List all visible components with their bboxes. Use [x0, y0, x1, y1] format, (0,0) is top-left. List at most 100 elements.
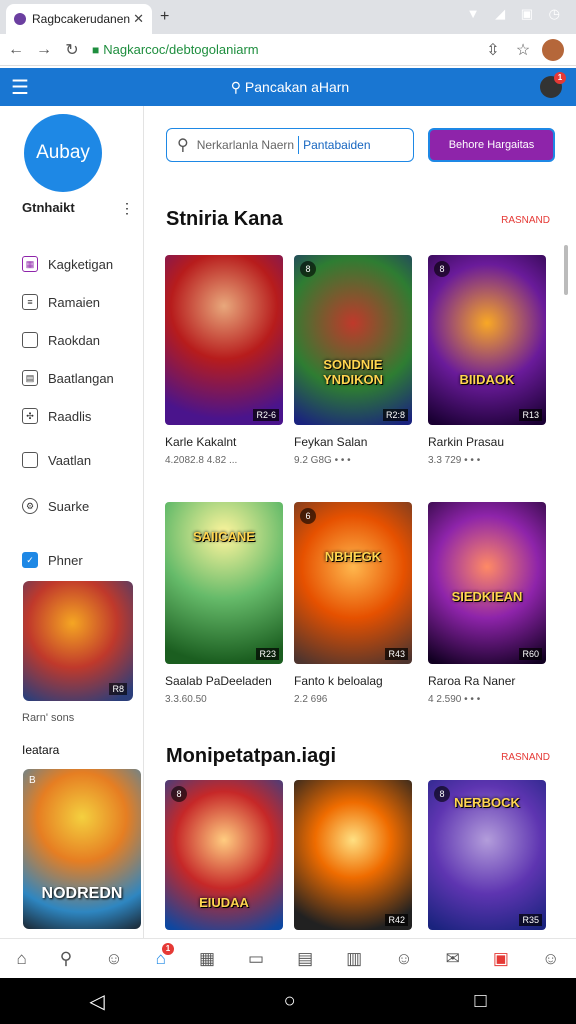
- favicon-icon: [14, 13, 26, 25]
- sidebar-item-1[interactable]: ≡ Ramaien: [22, 294, 100, 310]
- sidebar-item-0[interactable]: ▦ Kagketigan: [22, 256, 113, 272]
- cover-title: SONDNIE YNDIKON: [323, 357, 383, 387]
- rating-badge: R2:8: [382, 409, 408, 421]
- bookmark-star-icon[interactable]: ☆: [508, 40, 538, 60]
- check-icon: ✓: [22, 552, 38, 568]
- game-meta: 3.3.60.50: [165, 694, 207, 705]
- rating-badge: R60: [519, 648, 542, 660]
- sidebar-item-label: Baatlangan: [48, 370, 114, 386]
- game-card[interactable]: 6 NBHEGK R43 Fanto k beloalag 2.2 696: [294, 502, 412, 705]
- game-card[interactable]: SAIICANE R23 Saalab PaDeeladen 3.3.60.50: [165, 502, 283, 705]
- game-cover-image: 8 SONDNIE YNDIKON R2:8: [294, 255, 412, 425]
- recents-square-icon[interactable]: □: [474, 990, 486, 1013]
- sidebar-item-5[interactable]: Vaatlan: [22, 452, 91, 468]
- url-field[interactable]: Nagkarcoc/debtogolaniarm: [103, 42, 478, 57]
- nav-calendar-icon[interactable]: ▤: [297, 949, 313, 969]
- rating-badge: R2-6: [253, 409, 279, 421]
- tab-title: Ragbcakerudanen: [32, 12, 131, 26]
- sidebar-item-label: Raokdan: [48, 332, 101, 348]
- scrollbar[interactable]: [564, 245, 568, 295]
- browser-tab[interactable]: Ragbcakerudanen ✕: [6, 4, 152, 34]
- game-card[interactable]: 8 EIUDAA: [165, 780, 283, 930]
- game-card[interactable]: SIEDKIEAN R60 Raroa Ra Naner 4 2.590 • •…: [428, 502, 546, 705]
- more-vertical-icon[interactable]: ⋮: [120, 200, 134, 217]
- close-icon[interactable]: ✕: [133, 11, 144, 27]
- sidebar-item-label: Ramaien: [48, 294, 101, 310]
- reload-icon[interactable]: ↻: [60, 40, 84, 60]
- game-card[interactable]: 8 SONDNIE YNDIKON R2:8 Feykan Salan 9.2 …: [294, 255, 412, 466]
- featured-art-title: NODREDN: [41, 885, 123, 902]
- back-icon[interactable]: ←: [4, 41, 28, 59]
- game-card[interactable]: R2-6 Karle Kakalnt 4.2082.8 4.82 ...: [165, 255, 283, 466]
- sidebar-item-label: Vaatlan: [48, 452, 92, 468]
- nav-folder-icon[interactable]: ▭: [248, 949, 264, 969]
- sidebar-item-label: Phner: [48, 552, 83, 568]
- sidebar-item-7[interactable]: ✓ Phner: [22, 552, 83, 568]
- nav-profile-icon[interactable]: ☺: [105, 949, 122, 969]
- game-title: Feykan Salan: [294, 435, 368, 449]
- back-triangle-icon[interactable]: ◁: [89, 989, 104, 1014]
- see-more-link[interactable]: RASNAND: [501, 752, 550, 763]
- sidebar-item-label: Raadlis: [48, 408, 92, 424]
- sidebar-caption: Rarn' sons: [22, 712, 75, 724]
- cover-title: SIEDKIEAN: [451, 589, 523, 604]
- game-meta: 3.3 729 • • •: [428, 455, 481, 466]
- see-more-link[interactable]: RASNAND: [501, 215, 550, 226]
- rating-badge: R43: [385, 648, 408, 660]
- nav-chat-icon[interactable]: ✉: [446, 949, 460, 969]
- rating-badge: R13: [519, 409, 542, 421]
- search-icon: ⚲: [230, 78, 245, 95]
- sidebar-item-label: Suarke: [48, 498, 90, 514]
- system-nav-bar: ◁ ○ □: [0, 978, 576, 1024]
- game-cover-image: SIEDKIEAN R60: [428, 502, 546, 664]
- notification-badge: 1: [161, 942, 174, 955]
- nav-account-icon[interactable]: ☺: [542, 949, 559, 969]
- profile-avatar[interactable]: [542, 38, 564, 61]
- nav-search-icon[interactable]: ⚲: [60, 949, 72, 969]
- document-icon: [22, 332, 38, 348]
- home-circle-icon[interactable]: ○: [284, 990, 296, 1013]
- sidebar-item-label: Kagketigan: [48, 256, 114, 272]
- sidebar-item-4[interactable]: ✣ Raadlis: [22, 408, 91, 424]
- game-title: Fanto k beloalag: [294, 674, 383, 688]
- nav-grid-icon[interactable]: ▦: [199, 949, 215, 969]
- sidebar-item-3[interactable]: ▤ Baatlangan: [22, 370, 114, 386]
- header-search-button[interactable]: ⚲ Pancakan aHarn: [40, 79, 540, 96]
- cta-button[interactable]: Behore Hargaitas: [428, 128, 555, 162]
- game-cover-image: SAIICANE R23: [165, 502, 283, 664]
- hamburger-menu-icon[interactable]: ☰: [0, 75, 40, 100]
- address-bar: ← → ↻ ■ Nagkarcoc/debtogolaniarm ⇳ ☆: [0, 34, 576, 66]
- nav-gift-icon[interactable]: ▣: [493, 949, 509, 969]
- sidebar-item-2[interactable]: Raokdan: [22, 332, 100, 348]
- app-logo[interactable]: Aubay: [24, 114, 102, 192]
- game-cover-image: 8 NERBOCK R35: [428, 780, 546, 930]
- sidebar-promo-image[interactable]: R8: [23, 581, 133, 701]
- search-icon: ⚲: [177, 137, 189, 154]
- cover-title: EIUDAA: [199, 895, 249, 910]
- browser-tab-strip: Ragbcakerudanen ✕ + ▼ ◢ ▣ ◷: [0, 0, 576, 34]
- notification-avatar[interactable]: 1: [540, 72, 566, 98]
- search-input[interactable]: ⚲ Nerkarlanla Naern Pantabaiden: [166, 128, 414, 162]
- sidebar-item-6[interactable]: ⚙ Suarke: [22, 498, 89, 514]
- cover-title: NERBOCK: [454, 795, 520, 810]
- game-meta: 2.2 696: [294, 694, 328, 705]
- search-placeholder: Nerkarlanla Naern: [196, 138, 295, 152]
- nav-library-icon[interactable]: ▥: [346, 949, 362, 969]
- cover-title: SAIICANE: [192, 529, 256, 544]
- game-cover-image: 8 EIUDAA: [165, 780, 283, 930]
- sidebar-featured-image[interactable]: B NODREDN: [23, 769, 141, 929]
- app-header: ☰ ⚲ Pancakan aHarn 1: [0, 68, 576, 106]
- list-icon: ≡: [22, 294, 38, 310]
- badge: B: [29, 775, 36, 786]
- install-icon[interactable]: ⇳: [478, 40, 508, 60]
- game-title: Rarkin Prasau: [428, 435, 505, 449]
- forward-icon[interactable]: →: [32, 41, 56, 59]
- badge: 8: [434, 786, 450, 802]
- game-card[interactable]: 8 NERBOCK R35: [428, 780, 546, 930]
- nav-store-icon[interactable]: ⌂ 1: [156, 942, 174, 969]
- nav-user-icon[interactable]: ☺: [395, 949, 412, 969]
- game-card[interactable]: R42: [294, 780, 412, 930]
- new-tab-icon[interactable]: +: [160, 8, 169, 26]
- nav-home-icon[interactable]: ⌂: [17, 949, 27, 969]
- game-card[interactable]: 8 BIIDAOK R13 Rarkin Prasau 3.3 729 • • …: [428, 255, 546, 466]
